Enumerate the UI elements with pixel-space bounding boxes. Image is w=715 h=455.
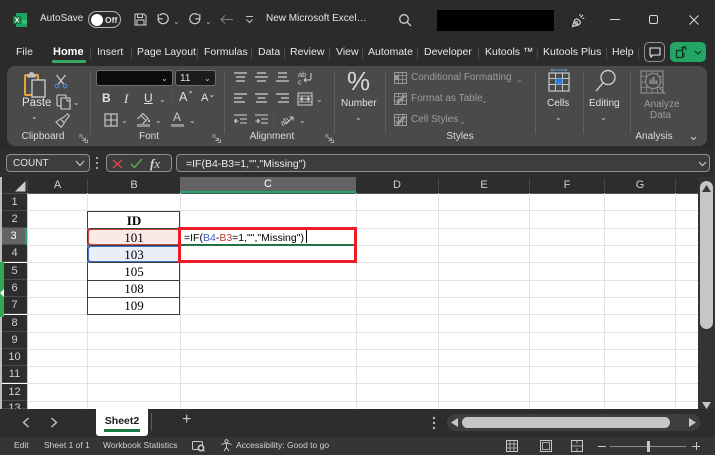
svg-text:X: X [14, 16, 19, 25]
svg-text:c: c [298, 78, 302, 86]
